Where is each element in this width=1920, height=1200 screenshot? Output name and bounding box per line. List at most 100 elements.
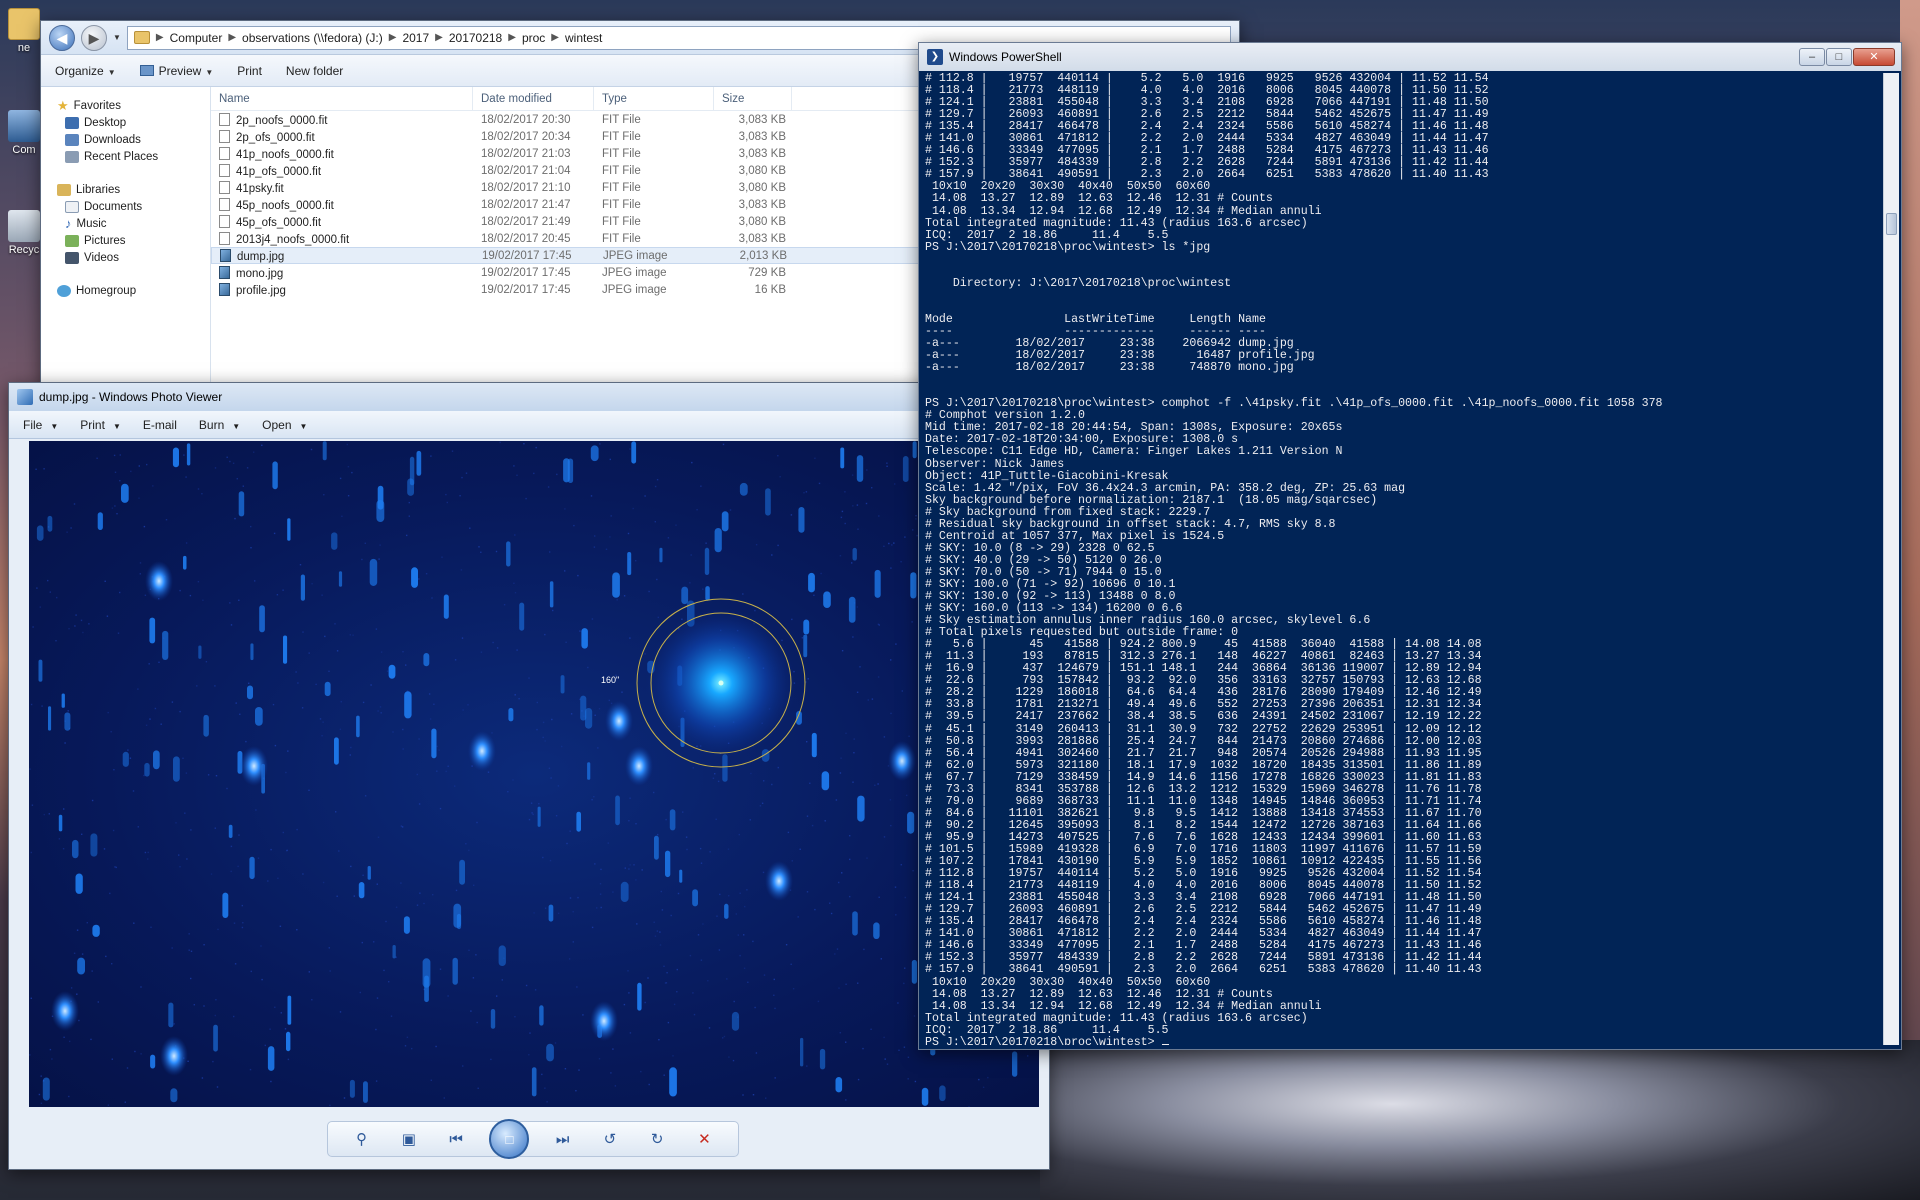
breadcrumb-separator-icon[interactable]: ▶: [156, 32, 164, 43]
organize-button[interactable]: Organize ▼: [55, 64, 116, 78]
email-menu[interactable]: E-mail: [143, 418, 177, 432]
noise-speck: [364, 542, 366, 544]
print-menu[interactable]: Print ▼: [80, 418, 121, 432]
noise-speck: [350, 746, 352, 749]
noise-speck: [144, 851, 147, 854]
star-trail: [857, 795, 865, 822]
noise-speck: [765, 1097, 767, 1099]
noise-speck: [565, 641, 567, 643]
breadcrumb-separator-icon[interactable]: ▶: [389, 32, 397, 43]
column-size[interactable]: Size: [714, 87, 792, 110]
new-folder-button[interactable]: New folder: [286, 64, 343, 78]
nav-desktop[interactable]: Desktop: [41, 114, 210, 131]
close-icon[interactable]: ✕: [1853, 48, 1895, 66]
breadcrumb-item[interactable]: Computer: [170, 31, 223, 45]
photo-viewer-window: dump.jpg - Windows Photo Viewer File ▼ Pr…: [8, 382, 1050, 1170]
nav-pictures[interactable]: Pictures: [41, 232, 210, 249]
burn-menu[interactable]: Burn ▼: [199, 418, 240, 432]
nav-downloads[interactable]: Downloads: [41, 131, 210, 148]
photo-viewer-titlebar[interactable]: dump.jpg - Windows Photo Viewer: [9, 383, 1049, 411]
minimize-icon[interactable]: –: [1799, 48, 1825, 66]
zoom-icon[interactable]: ⚲: [348, 1127, 376, 1151]
breadcrumb-item[interactable]: proc: [522, 31, 545, 45]
noise-speck: [347, 495, 350, 497]
noise-speck: [675, 524, 677, 526]
noise-speck: [91, 799, 94, 802]
file-size: 3,080 KB: [738, 181, 786, 194]
nav-homegroup[interactable]: Homegroup: [41, 282, 210, 299]
desktop-recycle-bin-icon[interactable]: Recyc: [4, 210, 44, 256]
powershell-console[interactable]: # 112.8 | 19757 440114 | 5.2 5.0 1916 99…: [925, 73, 1881, 1045]
open-menu[interactable]: Open ▼: [262, 418, 307, 432]
console-prompt-line[interactable]: PS J:\2017\20170218\proc\wintest>: [925, 1036, 1881, 1045]
breadcrumb-item[interactable]: 20170218: [449, 31, 502, 45]
previous-icon[interactable]: ⏮: [442, 1127, 470, 1151]
nav-music[interactable]: ♪ Music: [41, 215, 210, 232]
star-trail: [249, 856, 255, 880]
star-trail: [250, 643, 254, 661]
noise-speck: [359, 991, 361, 994]
star-trail: [819, 1048, 826, 1070]
recent-pages-chevron-icon[interactable]: ▼: [113, 33, 121, 42]
noise-speck: [322, 881, 325, 884]
noise-speck: [152, 485, 154, 487]
noise-speck: [245, 740, 247, 743]
noise-speck: [600, 906, 602, 909]
noise-speck: [914, 1080, 917, 1083]
maximize-icon[interactable]: □: [1826, 48, 1852, 66]
nav-label: Libraries: [76, 183, 121, 196]
nav-videos[interactable]: Videos: [41, 249, 210, 266]
rotate-clockwise-icon[interactable]: ↻: [643, 1127, 671, 1151]
nav-libraries[interactable]: Libraries: [41, 181, 210, 198]
noise-speck: [49, 1048, 52, 1051]
noise-speck: [375, 1080, 378, 1082]
nav-favorites[interactable]: ★ Favorites: [41, 97, 210, 114]
actual-size-icon[interactable]: ▣: [395, 1127, 423, 1151]
noise-speck: [525, 984, 528, 987]
preview-button[interactable]: Preview ▼: [139, 64, 213, 78]
noise-speck: [636, 923, 638, 925]
breadcrumb-separator-icon[interactable]: ▶: [228, 32, 236, 43]
star-trail: [363, 1081, 368, 1103]
next-icon[interactable]: ⏭: [549, 1127, 577, 1151]
desktop-folder-icon[interactable]: ne: [4, 8, 44, 54]
breadcrumb-separator-icon[interactable]: ▶: [435, 32, 443, 43]
powershell-titlebar[interactable]: ❯ Windows PowerShell – □ ✕: [919, 43, 1901, 71]
file-date: 18/02/2017 21:49: [481, 215, 571, 228]
console-line: 14.08 13.27 12.89 12.63 12.46 12.31 # Co…: [925, 192, 1273, 206]
breadcrumb-item[interactable]: 2017: [402, 31, 429, 45]
noise-speck: [197, 581, 200, 583]
noise-speck: [279, 925, 282, 927]
nav-documents[interactable]: Documents: [41, 198, 210, 215]
scrollbar-thumb[interactable]: [1886, 213, 1897, 235]
breadcrumb-item[interactable]: observations (\\fedora) (J:): [242, 31, 383, 45]
back-button[interactable]: ◀: [49, 24, 75, 51]
breadcrumb-item[interactable]: wintest: [565, 31, 602, 45]
column-name[interactable]: Name: [211, 87, 473, 110]
rotate-counterclockwise-icon[interactable]: ↺: [596, 1127, 624, 1151]
column-type[interactable]: Type: [594, 87, 714, 110]
noise-speck: [594, 535, 596, 537]
nav-recent-places[interactable]: Recent Places: [41, 148, 210, 165]
breadcrumb-separator-icon[interactable]: ▶: [508, 32, 516, 43]
desktop-computer-icon[interactable]: Com: [4, 110, 44, 156]
print-button[interactable]: Print: [237, 64, 262, 78]
delete-icon[interactable]: ✕: [690, 1127, 718, 1151]
noise-speck: [654, 521, 656, 523]
noise-speck: [66, 531, 68, 533]
noise-speck: [871, 698, 874, 700]
folder-icon: [133, 31, 150, 44]
noise-speck: [530, 802, 533, 804]
file-menu[interactable]: File ▼: [23, 418, 58, 432]
star-trail: [324, 681, 331, 697]
noise-speck: [235, 702, 237, 704]
breadcrumb-separator-icon[interactable]: ▶: [551, 32, 559, 43]
slideshow-icon[interactable]: □: [489, 1119, 530, 1159]
console-scrollbar[interactable]: [1883, 73, 1899, 1045]
star-trail: [42, 1077, 50, 1101]
noise-speck: [408, 515, 410, 517]
column-date-modified[interactable]: Date modified: [473, 87, 594, 110]
bright-star: [51, 991, 79, 1031]
forward-button[interactable]: ▶: [81, 24, 107, 51]
noise-speck: [903, 982, 905, 985]
